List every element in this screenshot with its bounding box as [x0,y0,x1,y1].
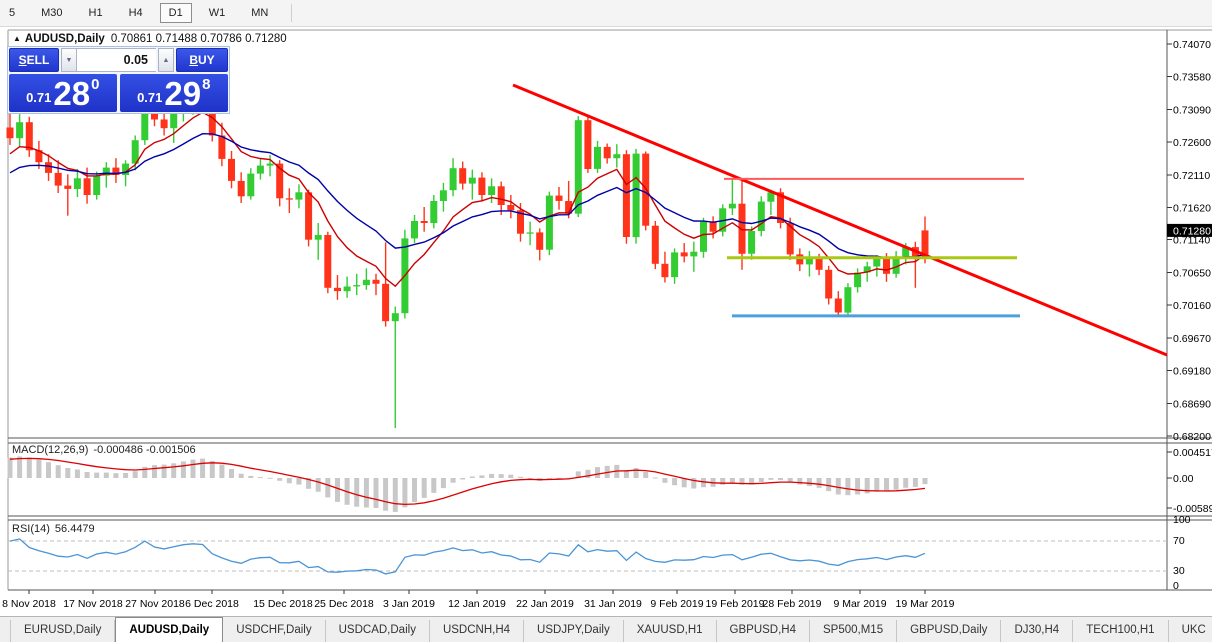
chart-tab-usdchf[interactable]: USDCHF,Daily [223,620,326,642]
svg-text:0.73090: 0.73090 [1173,104,1211,116]
sell-button-label: SELL [18,53,50,67]
macd-name: MACD(12,26,9) [12,444,89,456]
svg-text:0.70160: 0.70160 [1173,300,1211,312]
sell-price-prefix: 0.71 [26,90,52,105]
svg-text:0.72110: 0.72110 [1173,170,1210,182]
mt4-window: 5 M30 H1 H4 D1 W1 MN 0.74070 0.73580 0.73090 0.72… [0,0,1212,642]
buy-price-big: 29 [164,75,202,112]
svg-text:30: 30 [1173,565,1185,577]
volume-decrease-button[interactable]: ▼ [61,48,77,72]
timeframe-toolbar: 5 M30 H1 H4 D1 W1 MN [0,0,1212,27]
svg-text:27 Nov 2018: 27 Nov 2018 [125,598,185,610]
chart-tab-usdcad[interactable]: USDCAD,Daily [326,620,430,642]
chart-symbol-label: AUDUSD,Daily [24,33,105,45]
svg-text:0.72600: 0.72600 [1173,137,1211,149]
panel-frames [7,29,1212,591]
spin-up-icon: ▲ [162,56,170,64]
sell-price-display[interactable]: 0.71 28 0 [9,74,117,112]
svg-text:22 Jan 2019: 22 Jan 2019 [516,598,574,610]
volume-input[interactable]: 0.05 [77,48,156,72]
macd-histogram [7,456,928,512]
svg-text:0: 0 [1173,580,1179,592]
svg-text:0.71280: 0.71280 [1173,225,1211,237]
chart-title: ▲ AUDUSD,Daily 0.70861 0.71488 0.70786 0.7… [13,33,287,45]
symbol-triangle-icon: ▲ [13,34,21,43]
chart-tab-gbpusd[interactable]: GBPUSD,Daily [897,620,1002,642]
svg-text:15 Dec 2018: 15 Dec 2018 [253,598,313,610]
sell-price-big: 28 [53,75,91,112]
svg-text:0.69670: 0.69670 [1173,333,1211,345]
chart-tab-audusd[interactable]: AUDUSD,Daily [115,617,224,642]
svg-text:0.74070: 0.74070 [1173,39,1211,51]
buy-button-label: BUY [189,53,215,67]
svg-text:3 Jan 2019: 3 Jan 2019 [383,598,435,610]
chart-tab-usdcnh[interactable]: USDCNH,H4 [430,620,525,642]
svg-text:0.70650: 0.70650 [1173,267,1211,279]
chart-tab-ukc[interactable]: UKC [1169,620,1212,642]
buy-button[interactable]: BUY [176,48,228,72]
svg-text:0.69180: 0.69180 [1173,366,1211,378]
chart-tab-bar: EURUSD,Daily AUDUSD,Daily USDCHF,Daily USDC… [0,616,1212,642]
one-click-trading-panel: SELL ▼ 0.05 ▲ BUY 0.71 28 0 0.71 29 8 [7,46,230,114]
svg-text:9 Mar 2019: 9 Mar 2019 [833,598,886,610]
chart-tab-xauusd[interactable]: XAUUSD,H1 [624,620,717,642]
sell-button[interactable]: SELL [9,48,59,72]
chart-tab-sp500[interactable]: SP500,M15 [810,620,898,642]
buy-price-display[interactable]: 0.71 29 8 [119,74,228,112]
svg-text:19 Mar 2019: 19 Mar 2019 [896,598,955,610]
timeframe-button-h4[interactable]: H4 [120,3,152,23]
svg-text:0.71620: 0.71620 [1173,203,1211,215]
svg-text:0.004517: 0.004517 [1173,447,1212,459]
chart-tab-eurusd[interactable]: EURUSD,Daily [10,620,116,642]
svg-text:0.00: 0.00 [1173,473,1194,485]
date-axis-labels[interactable]: 8 Nov 2018 17 Nov 2018 27 Nov 2018 6 Dec 20… [2,590,955,610]
svg-text:70: 70 [1173,535,1185,547]
svg-text:6 Dec 2018: 6 Dec 2018 [185,598,239,610]
timeframe-button-5[interactable]: 5 [0,3,24,23]
chart-ohlc-values: 0.70861 0.71488 0.70786 0.71280 [110,33,287,45]
timeframe-button-mn[interactable]: MN [242,3,277,23]
svg-text:100: 100 [1173,514,1191,526]
macd-indicator-label: MACD(12,26,9) -0.000486 -0.001506 [12,444,196,456]
svg-text:0.73580: 0.73580 [1173,72,1211,84]
svg-text:9 Feb 2019: 9 Feb 2019 [650,598,703,610]
svg-text:25 Dec 2018: 25 Dec 2018 [314,598,374,610]
volume-increase-button[interactable]: ▲ [158,48,174,72]
rsi-line [9,538,926,575]
chart-tab-dj30[interactable]: DJ30,H4 [1001,620,1074,642]
buy-price-prefix: 0.71 [137,90,163,105]
buy-price-superscript: 8 [202,76,211,93]
macd-values: -0.000486 -0.001506 [93,444,196,456]
sell-price-superscript: 0 [91,76,100,93]
rsi-axis-labels: 100 70 30 0 [1173,514,1191,592]
timeframe-button-h1[interactable]: H1 [80,3,112,23]
svg-text:12 Jan 2019: 12 Jan 2019 [448,598,506,610]
macd-axis-labels: 0.0045170.00-0.005899 [1167,447,1212,515]
svg-text:0.68200: 0.68200 [1173,431,1211,443]
chart-tab-tech100[interactable]: TECH100,H1 [1073,620,1169,642]
timeframe-button-d1[interactable]: D1 [159,3,192,23]
chart-tab-gbpusd[interactable]: GBPUSD,H4 [717,620,810,642]
chart-tab-usdjpy[interactable]: USDJPY,Daily [524,620,624,642]
svg-text:17 Nov 2018: 17 Nov 2018 [63,598,123,610]
svg-text:31 Jan 2019: 31 Jan 2019 [584,598,642,610]
svg-text:28 Feb 2019: 28 Feb 2019 [763,598,822,610]
spin-down-icon: ▼ [65,56,73,64]
rsi-value: 56.4479 [54,523,95,535]
svg-text:8 Nov 2018: 8 Nov 2018 [2,598,56,610]
rsi-name: RSI(14) [12,523,50,535]
price-axis-labels[interactable]: 0.74070 0.73580 0.73090 0.72600 0.72110 0.716… [1167,39,1211,443]
timeframe-button-m30[interactable]: M30 [32,3,71,23]
svg-text:19 Feb 2019: 19 Feb 2019 [706,598,765,610]
toolbar-separator [291,4,293,22]
timeframe-button-w1[interactable]: W1 [200,3,235,23]
current-price-marker: 0.71280 [1167,223,1212,237]
rsi-indicator-label: RSI(14) 56.4479 [12,523,95,535]
svg-text:0.68690: 0.68690 [1173,398,1211,410]
